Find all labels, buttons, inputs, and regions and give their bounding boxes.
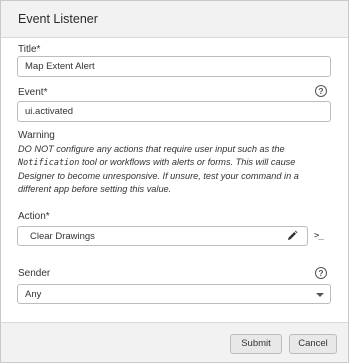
warning-text: DO NOT configure any actions that requir…	[18, 143, 334, 196]
dialog-title: Event Listener	[18, 12, 98, 26]
warning-title: Warning	[18, 130, 55, 141]
dialog-header: Event Listener	[1, 1, 348, 38]
chevron-down-icon	[316, 293, 324, 297]
title-input[interactable]	[17, 56, 331, 77]
sender-help-icon[interactable]: ?	[315, 267, 327, 279]
sender-label: Sender	[18, 268, 51, 279]
title-label: Title*	[18, 44, 41, 55]
terminal-icon[interactable]: >_	[314, 231, 324, 241]
event-label: Event*	[18, 87, 48, 98]
dialog-footer: Submit Cancel	[1, 322, 348, 362]
sender-select[interactable]: Any	[17, 284, 331, 304]
action-field[interactable]: Clear Drawings	[17, 226, 308, 246]
warning-text-before: DO NOT configure any actions that requir…	[18, 144, 285, 154]
cancel-button[interactable]: Cancel	[289, 334, 337, 354]
action-label: Action*	[18, 211, 50, 222]
sender-selected-value: Any	[25, 289, 42, 300]
warning-code: Notification	[18, 158, 80, 168]
event-input[interactable]	[17, 101, 331, 122]
pencil-icon[interactable]	[286, 230, 298, 242]
submit-button[interactable]: Submit	[230, 334, 282, 354]
action-value: Clear Drawings	[30, 231, 95, 242]
event-help-icon[interactable]: ?	[315, 85, 327, 97]
event-listener-dialog: Event Listener Title* Event* ? Warning D…	[0, 0, 349, 363]
